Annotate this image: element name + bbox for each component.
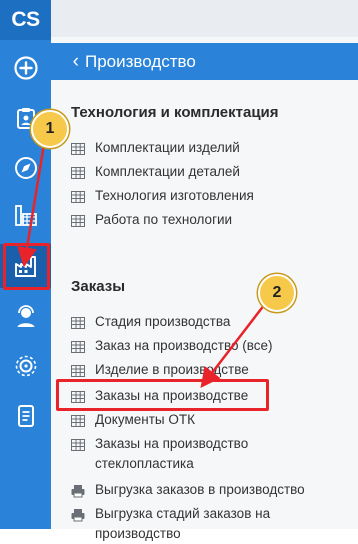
panel-header[interactable]: ‹ Производство: [51, 43, 358, 80]
menu-item[interactable]: Изделие в производстве: [71, 362, 341, 380]
warehouse-icon: [14, 205, 37, 226]
top-bar: [51, 0, 358, 37]
table-icon: [71, 215, 85, 227]
table-icon: [71, 439, 85, 451]
highlight-orders-in-production: [56, 379, 269, 411]
menu-item[interactable]: Заказы на производство стеклопластика: [71, 436, 271, 474]
warehouse-button[interactable]: [0, 193, 51, 237]
menu-item[interactable]: Выгрузка стадий заказов на производство: [71, 506, 281, 544]
table-icon: [71, 191, 85, 203]
compass-button[interactable]: [0, 146, 51, 190]
table-icon: [71, 143, 85, 155]
section-title-orders: Заказы: [71, 278, 126, 295]
panel-title: Производство: [85, 51, 196, 71]
compass-icon: [14, 157, 37, 179]
document-icon: [17, 405, 34, 427]
highlight-production-button: [3, 243, 50, 290]
menu-item[interactable]: Документы ОТК: [71, 412, 341, 430]
back-chevron-icon[interactable]: ‹: [51, 52, 85, 71]
menu-item[interactable]: Стадия производства: [71, 314, 341, 332]
documents-button[interactable]: [0, 394, 51, 438]
add-button[interactable]: [0, 46, 51, 90]
menu-item[interactable]: Заказ на производство (все): [71, 338, 341, 356]
section-title-technology: Технология и комплектация: [71, 104, 279, 121]
menu-item[interactable]: Комплектации изделий: [71, 140, 341, 158]
menu-item[interactable]: Выгрузка заказов в производство: [71, 482, 341, 500]
table-icon: [71, 365, 85, 377]
table-icon: [71, 415, 85, 427]
menu-item[interactable]: Комплектации деталей: [71, 164, 341, 182]
settings-gear-icon: [15, 355, 36, 377]
settings-button[interactable]: [0, 344, 51, 388]
support-agent-icon: [17, 305, 34, 327]
add-icon: [13, 56, 38, 80]
support-button[interactable]: [0, 294, 51, 338]
printer-icon: [71, 485, 85, 498]
app-logo: CS: [0, 0, 51, 40]
table-icon: [71, 317, 85, 329]
table-icon: [71, 341, 85, 353]
table-icon: [71, 167, 85, 179]
menu-item[interactable]: Работа по технологии: [71, 212, 341, 230]
printer-icon: [71, 509, 85, 522]
callout-1-badge: 1: [31, 110, 69, 148]
callout-2-badge: 2: [258, 274, 296, 312]
menu-item[interactable]: Технология изготовления: [71, 188, 341, 206]
